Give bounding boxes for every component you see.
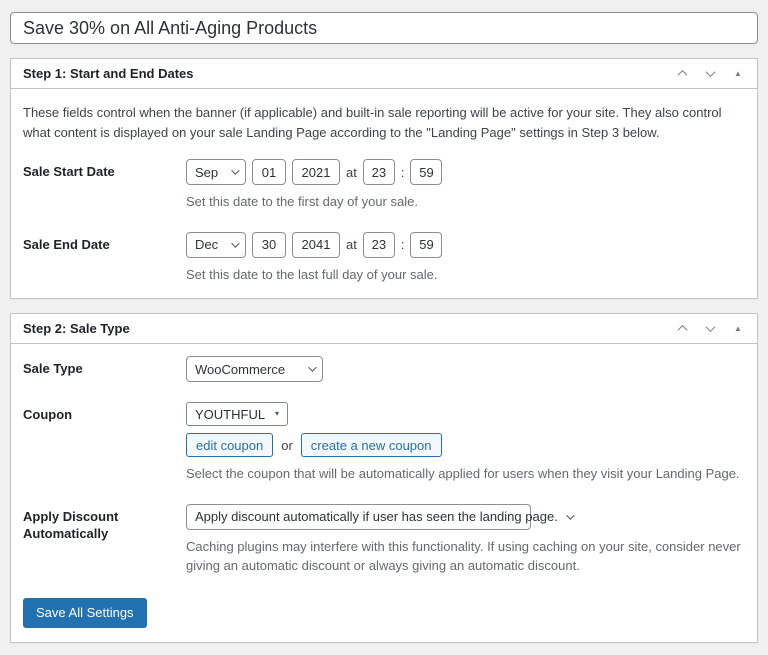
coupon-value: YOUTHFUL [195,406,266,422]
start-month-value: Sep [195,164,219,180]
move-up-icon[interactable] [675,67,689,81]
end-colon-label: : [400,237,405,253]
create-coupon-button[interactable]: create a new coupon [300,433,442,458]
toggle-panel-icon[interactable]: ▲ [731,67,745,81]
end-month-select[interactable]: Dec [186,231,246,258]
start-minute-input[interactable] [410,159,443,186]
move-up-icon[interactable] [675,322,689,336]
start-colon-label: : [400,164,405,180]
sale-title-input[interactable] [10,12,758,44]
sale-type-value: WooCommerce [195,361,286,377]
apply-discount-helper: Caching plugins may interfere with this … [186,538,741,574]
coupon-row: Coupon YOUTHFUL ▾ edit coupon or create … [23,402,745,484]
step2-panel: Step 2: Sale Type ▲ Sale Type WooCommerc… [10,313,758,643]
step2-panel-actions: ▲ [675,322,745,336]
sale-end-date-helper: Set this date to the last full day of yo… [186,266,438,282]
coupon-label: Coupon [23,407,73,423]
step2-panel-body: Sale Type WooCommerce Coupon YOUTHFUL ▾ [11,344,757,642]
start-hour-input[interactable] [362,159,395,186]
sale-start-date-row: Sale Start Date Sep at : Set [23,159,745,212]
start-year-input[interactable] [292,159,340,186]
or-label: or [281,437,293,453]
step2-panel-title: Step 2: Sale Type [23,321,130,337]
toggle-panel-icon[interactable]: ▲ [731,322,745,336]
move-down-icon[interactable] [703,322,717,336]
chevron-down-icon [308,363,317,373]
sale-start-date-label: Sale Start Date [23,164,115,180]
start-month-select[interactable]: Sep [186,159,246,186]
coupon-select[interactable]: YOUTHFUL ▾ [186,402,288,427]
apply-discount-select[interactable]: Apply discount automatically if user has… [186,503,575,530]
settings-page: Step 1: Start and End Dates ▲ These fiel… [0,0,768,655]
step1-panel-title: Step 1: Start and End Dates [23,66,194,81]
sale-start-date-helper: Set this date to the first day of your s… [186,194,418,210]
save-all-settings-button[interactable]: Save All Settings [23,597,147,628]
sale-end-date-controls: Dec at : [186,231,745,258]
chevron-down-icon [231,239,240,248]
step2-panel-header: Step 2: Sale Type ▲ [11,314,757,345]
end-at-label: at [346,237,357,253]
step1-panel-body: These fields control when the banner (if… [11,89,757,298]
sale-type-select[interactable]: WooCommerce [186,356,323,383]
start-day-input[interactable] [252,159,286,186]
chevron-down-icon [231,166,240,176]
chevron-down-icon [565,511,575,520]
coupon-actions: edit coupon or create a new coupon [186,433,745,458]
apply-discount-value: Apply discount automatically if user has… [195,509,558,525]
end-month-value: Dec [195,237,219,253]
end-year-input[interactable] [292,231,340,258]
edit-coupon-button[interactable]: edit coupon [186,433,274,458]
coupon-helper: Select the coupon that will be automatic… [186,466,740,482]
sale-end-date-row: Sale End Date Dec at : Set t [23,231,745,285]
apply-discount-row: Apply Discount Automatically Apply disco… [23,503,745,576]
end-day-input[interactable] [252,231,286,258]
sale-type-label: Sale Type [23,361,83,377]
start-at-label: at [346,164,357,180]
move-down-icon[interactable] [703,67,717,81]
end-hour-input[interactable] [362,231,395,258]
sale-end-date-label: Sale End Date [23,236,110,252]
dropdown-arrow-icon: ▾ [274,409,279,419]
end-minute-input[interactable] [410,231,443,258]
step1-panel: Step 1: Start and End Dates ▲ These fiel… [10,58,758,300]
apply-discount-label: Apply Discount Automatically [23,508,119,541]
step1-panel-actions: ▲ [675,67,745,81]
sale-start-date-controls: Sep at : [186,159,745,186]
step1-description: These fields control when the banner (if… [23,105,722,141]
sale-type-row: Sale Type WooCommerce [23,356,745,383]
step1-panel-header: Step 1: Start and End Dates ▲ [11,59,757,89]
